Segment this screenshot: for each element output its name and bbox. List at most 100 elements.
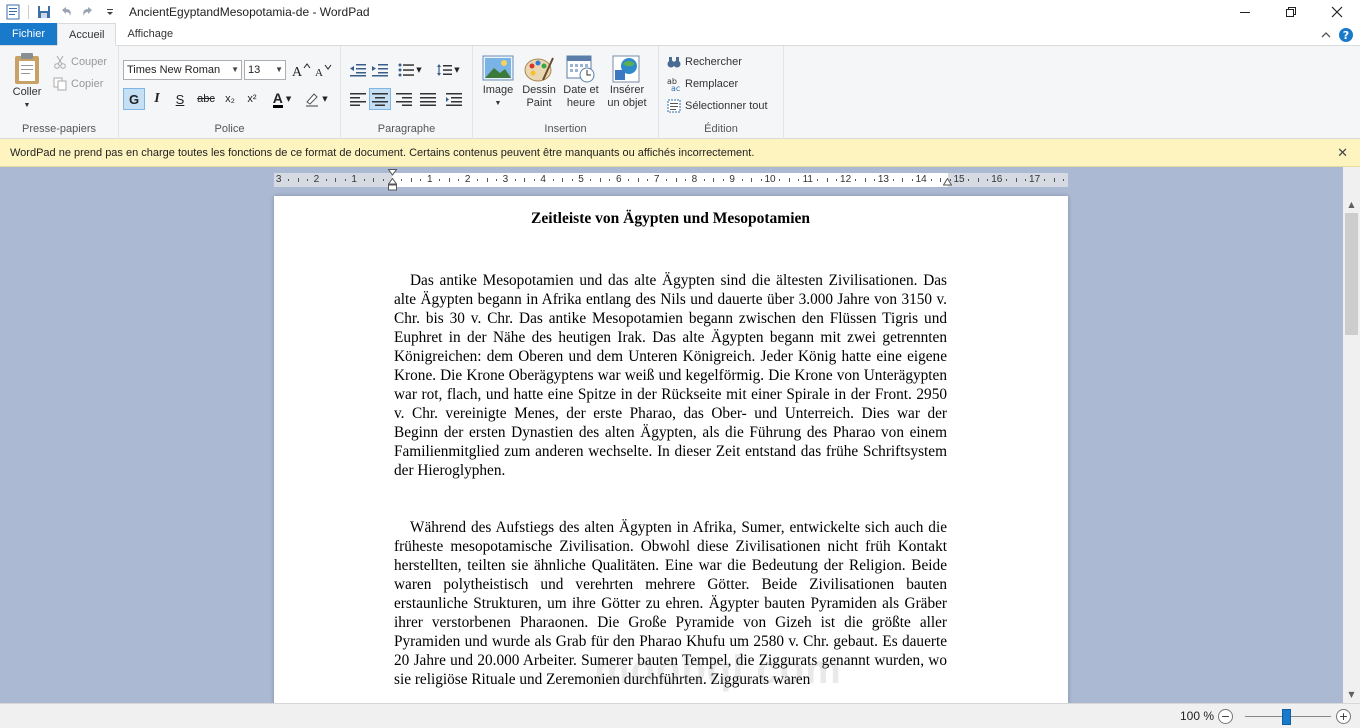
font-size-dropdown-icon: ▼ — [275, 65, 283, 74]
undo-icon[interactable] — [55, 1, 77, 23]
font-group: Times New Roman ▼ 13 ▼ A A G I S abc x₂ … — [119, 46, 341, 139]
strikethrough-button[interactable]: abc — [193, 88, 219, 110]
insert-object-button[interactable]: Insérer un objet — [603, 54, 651, 110]
font-family-select[interactable]: Times New Roman ▼ — [123, 60, 242, 80]
hanging-indent-marker[interactable] — [388, 178, 397, 191]
redo-icon[interactable] — [77, 1, 99, 23]
text-color-button[interactable]: A ▼ — [267, 88, 297, 110]
text-color-label: A — [272, 89, 283, 108]
ruler-tick — [873, 179, 875, 181]
ruler-tick — [590, 179, 592, 181]
ruler-label: 12 — [840, 174, 852, 185]
wordpad-app-icon[interactable] — [2, 1, 24, 23]
grow-font-button[interactable]: A — [290, 59, 312, 81]
subscript-button[interactable]: x₂ — [219, 88, 241, 110]
right-indent-marker[interactable] — [943, 178, 952, 186]
copy-button[interactable]: Copier — [53, 73, 103, 95]
svg-text:A: A — [315, 67, 323, 78]
find-button[interactable]: Rechercher — [667, 51, 742, 73]
paint-drawing-button[interactable]: Dessin Paint — [519, 54, 559, 110]
collapse-ribbon-icon[interactable] — [1320, 29, 1332, 41]
line-spacing-button[interactable]: ▼ — [433, 59, 463, 81]
ruler-tick — [297, 178, 299, 182]
tab-view[interactable]: Affichage — [116, 23, 184, 45]
qat-separator — [28, 5, 29, 19]
first-line-indent-marker[interactable] — [388, 169, 397, 178]
document-page[interactable]: Zeitleiste von Ägypten und Mesopotamien … — [274, 196, 1068, 703]
ruler-tick — [363, 179, 365, 181]
increase-indent-button[interactable] — [369, 59, 391, 81]
ribbon-tabs: Fichier Accueil Affichage ? — [0, 23, 1360, 46]
tab-file[interactable]: Fichier — [0, 23, 57, 45]
insert-image-dropdown-icon[interactable]: ▼ — [495, 97, 502, 110]
align-left-button[interactable] — [347, 88, 369, 110]
horizontal-ruler[interactable]: 3 2 1 1 2 3 4 5 6 7 8 9 10 11 12 13 14 15 16 17 — [274, 169, 1068, 191]
align-right-button[interactable] — [393, 88, 415, 110]
insert-image-button[interactable]: Image ▼ — [479, 54, 517, 110]
watermark-logo: moobql.com — [594, 648, 842, 692]
save-icon[interactable] — [33, 1, 55, 23]
ruler-tick — [533, 179, 535, 181]
text-color-dropdown-icon[interactable]: ▼ — [286, 95, 291, 103]
paste-button[interactable]: Coller ▼ — [6, 52, 48, 112]
insert-group: Image ▼ Dessin Paint Date et heure Insér… — [473, 46, 659, 139]
scroll-down-icon[interactable]: ▼ — [1343, 686, 1360, 703]
list-button[interactable]: ▼ — [395, 59, 425, 81]
insert-object-icon — [612, 55, 640, 83]
select-all-button[interactable]: Sélectionner tout — [667, 95, 768, 117]
customize-qat-icon[interactable] — [99, 1, 121, 23]
paint-label-line2: Paint — [526, 97, 552, 109]
ruler-tick — [902, 178, 904, 182]
date-time-button[interactable]: Date et heure — [561, 54, 601, 110]
vertical-scrollbar[interactable]: ▲ ▼ — [1343, 196, 1360, 703]
font-size-select[interactable]: 13 ▼ — [244, 60, 286, 80]
close-button[interactable] — [1314, 0, 1360, 24]
editing-group: Rechercher ab ac Remplacer Sélectionner t… — [659, 46, 784, 139]
ruler-label: 9 — [729, 174, 735, 185]
bold-button[interactable]: G — [123, 88, 145, 110]
bullet-list-icon — [398, 63, 415, 77]
align-center-button[interactable] — [369, 88, 391, 110]
restore-button[interactable] — [1268, 0, 1314, 24]
list-dropdown-icon[interactable]: ▼ — [416, 66, 421, 74]
ruler-tick — [855, 179, 857, 181]
ruler-label: 11 — [802, 174, 813, 185]
grow-font-icon: A — [292, 63, 311, 78]
close-infobar-icon[interactable]: ✕ — [1337, 145, 1348, 161]
ruler-label: 2 — [313, 174, 320, 185]
paragraph-group: ▼ ▼ Paragraphe — [341, 46, 473, 139]
cut-button[interactable]: Couper — [53, 51, 107, 73]
ruler-tick — [1053, 178, 1055, 182]
scroll-thumb[interactable] — [1345, 213, 1358, 335]
line-spacing-dropdown-icon[interactable]: ▼ — [454, 66, 459, 74]
ruler-label: 3 — [275, 174, 282, 185]
zoom-out-button[interactable]: − — [1218, 709, 1233, 724]
ruler-tick — [788, 178, 790, 182]
svg-text:?: ? — [1343, 29, 1349, 42]
help-icon[interactable]: ? — [1338, 27, 1354, 43]
ruler-tick — [306, 179, 308, 181]
shrink-font-button[interactable]: A — [312, 59, 334, 81]
ruler-tick — [703, 179, 705, 181]
italic-button[interactable]: I — [146, 88, 168, 110]
replace-button[interactable]: ab ac Remplacer — [667, 73, 738, 95]
decrease-indent-button[interactable] — [347, 59, 369, 81]
justify-button[interactable] — [417, 88, 439, 110]
underline-button[interactable]: S — [169, 88, 191, 110]
tab-home[interactable]: Accueil — [57, 23, 117, 46]
paragraph-settings-button[interactable] — [443, 88, 465, 110]
ruler-label: 15 — [953, 174, 965, 185]
minimize-button[interactable] — [1222, 0, 1268, 24]
ruler-tick — [514, 179, 516, 181]
paste-dropdown-icon[interactable]: ▼ — [24, 99, 31, 112]
zoom-in-button[interactable]: + — [1336, 709, 1351, 724]
ruler-tick — [486, 178, 488, 182]
insert-group-label: Insertion — [544, 123, 587, 135]
strikethrough-label: abc — [197, 93, 215, 105]
superscript-button[interactable]: x² — [241, 88, 263, 110]
scroll-up-icon[interactable]: ▲ — [1343, 196, 1360, 213]
ruler-label: 13 — [877, 174, 889, 185]
highlight-dropdown-icon[interactable]: ▼ — [322, 95, 327, 103]
zoom-slider-thumb[interactable] — [1282, 709, 1291, 725]
highlight-button[interactable]: ▼ — [301, 88, 331, 110]
